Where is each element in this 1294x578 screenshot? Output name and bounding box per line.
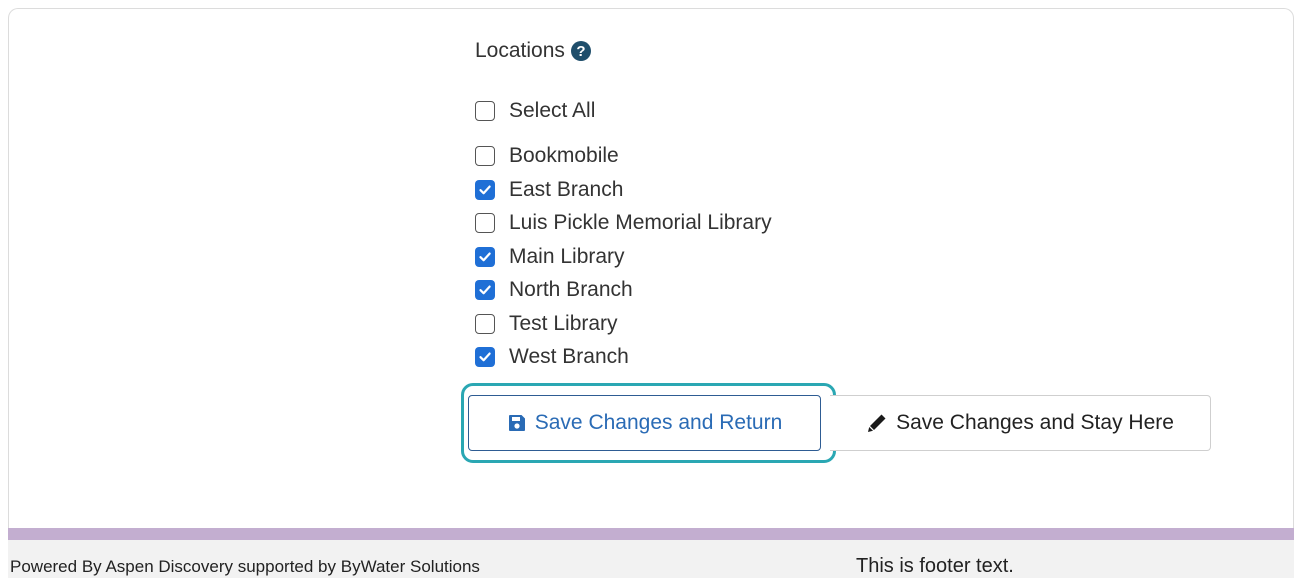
location-label: Test Library — [509, 311, 618, 335]
location-checkbox[interactable]: North Branch — [475, 274, 772, 308]
location-checkbox[interactable]: Bookmobile — [475, 140, 772, 174]
location-checkbox[interactable]: East Branch — [475, 173, 772, 207]
powered-by-text: Powered By Aspen Discovery supported by … — [10, 557, 480, 576]
focus-ring: Save Changes and Return — [461, 383, 836, 463]
location-label: Main Library — [509, 244, 625, 268]
checkbox-box[interactable] — [475, 347, 495, 368]
location-checkbox[interactable]: Test Library — [475, 307, 772, 341]
locations-label: Locations — [475, 39, 565, 62]
checkbox-box[interactable] — [475, 100, 495, 121]
save-and-stay-label: Save Changes and Stay Here — [896, 411, 1174, 434]
question-circle-icon[interactable]: ? — [570, 41, 591, 61]
checkbox-box[interactable] — [475, 179, 495, 200]
location-label: West Branch — [509, 345, 629, 369]
location-checkbox[interactable]: Luis Pickle Memorial Library — [475, 207, 772, 241]
save-and-stay-button[interactable]: Save Changes and Stay Here — [830, 395, 1211, 451]
save-and-return-button[interactable]: Save Changes and Return — [468, 395, 821, 451]
page-footer: Powered By Aspen Discovery supported by … — [8, 540, 1294, 578]
location-checkbox[interactable]: West Branch — [475, 341, 772, 375]
checkbox-box[interactable] — [475, 280, 495, 301]
location-label: East Branch — [509, 177, 624, 201]
location-checkbox-list: Bookmobile East Branch Luis Pickle Memor… — [475, 140, 772, 375]
locations-label-row: Locations ? — [475, 36, 772, 66]
location-label: Luis Pickle Memorial Library — [509, 211, 772, 235]
checkbox-box[interactable] — [475, 246, 495, 267]
form-actions: Save Changes and Return Save Changes and… — [461, 383, 1211, 463]
footer-stripe — [8, 528, 1294, 540]
select-all-label: Select All — [509, 98, 596, 122]
pencil-icon — [866, 412, 888, 434]
location-checkbox[interactable]: Main Library — [475, 240, 772, 274]
checkbox-box[interactable] — [475, 146, 495, 167]
checkbox-box[interactable] — [475, 313, 495, 334]
select-all-checkbox[interactable]: Select All — [475, 94, 772, 128]
save-and-return-label: Save Changes and Return — [534, 411, 783, 434]
location-label: Bookmobile — [509, 144, 619, 168]
footer-text: This is footer text. — [856, 555, 1014, 577]
location-label: North Branch — [509, 278, 633, 302]
locations-field: Locations ? Select All Bookmobile East B… — [475, 36, 772, 374]
checkbox-box[interactable] — [475, 213, 495, 234]
floppy-disk-icon — [507, 413, 527, 433]
